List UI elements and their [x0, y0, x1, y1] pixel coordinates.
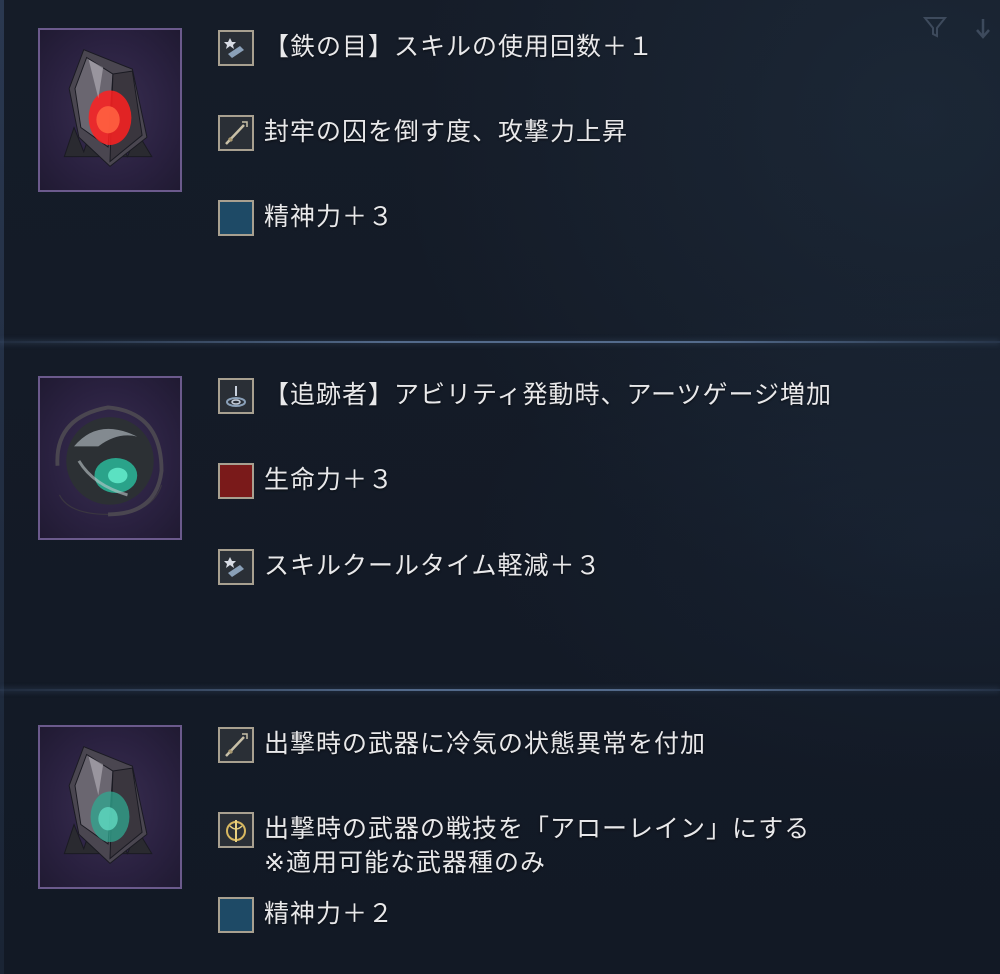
effect-note-text: ※適用可能な武器種のみ [264, 848, 546, 877]
sword-icon [218, 115, 254, 151]
teal-orb-icon [55, 405, 164, 517]
spirit-blue-square-icon [218, 200, 254, 236]
effect-row: 生命力＋３ [218, 463, 394, 499]
effect-row: 精神力＋３ [218, 200, 394, 236]
sort-down-icon[interactable] [972, 16, 994, 42]
spirit-blue-square-icon [218, 897, 254, 933]
effect-text: 出撃時の武器に冷気の状態異常を付加 [264, 729, 707, 758]
effect-row: 出撃時の武器の戦技を「アローレイン」にする ※適用可能な武器種のみ [218, 812, 810, 880]
effect-text: 精神力＋２ [264, 899, 395, 928]
red-crystal-icon [63, 49, 153, 168]
effect-row: 【鉄の目】スキルの使用回数＋１ [218, 30, 654, 66]
skill-hand-icon [218, 30, 254, 66]
teal-crystal-icon [63, 746, 153, 865]
effect-text: 封牢の囚を倒す度、攻撃力上昇 [264, 117, 629, 146]
red-crystal-gem[interactable] [38, 28, 182, 192]
teal-crystal-gem[interactable] [38, 725, 182, 889]
effect-row: 封牢の囚を倒す度、攻撃力上昇 [218, 115, 628, 151]
teal-orb-gem[interactable] [38, 376, 182, 540]
effect-row: スキルクールタイム軽減＋３ [218, 549, 602, 585]
weapon-art-emblem-icon [218, 812, 254, 848]
vitality-red-square-icon [218, 463, 254, 499]
effect-text: 【鉄の目】スキルの使用回数＋１ [264, 32, 655, 61]
sword-icon [218, 727, 254, 763]
effect-text: 精神力＋３ [264, 202, 395, 231]
section-divider [0, 341, 1000, 343]
effect-text: 【追跡者】アビリティ発動時、アーツゲージ増加 [264, 380, 833, 409]
effect-row: 【追跡者】アビリティ発動時、アーツゲージ増加 [218, 378, 832, 414]
ability-swirl-icon [218, 378, 254, 414]
effect-row: 出撃時の武器に冷気の状態異常を付加 [218, 727, 706, 763]
effect-text: スキルクールタイム軽減＋３ [264, 551, 602, 580]
effect-row: 精神力＋２ [218, 897, 394, 933]
section-divider [0, 689, 1000, 691]
skill-hand-icon [218, 549, 254, 585]
effect-text: 生命力＋３ [264, 465, 395, 494]
filter-icon[interactable] [922, 14, 948, 40]
effect-text: 出撃時の武器の戦技を「アローレイン」にする ※適用可能な武器種のみ [264, 812, 810, 880]
left-edge-border [0, 0, 4, 974]
effect-main-text: 出撃時の武器の戦技を「アローレイン」にする [264, 814, 811, 843]
